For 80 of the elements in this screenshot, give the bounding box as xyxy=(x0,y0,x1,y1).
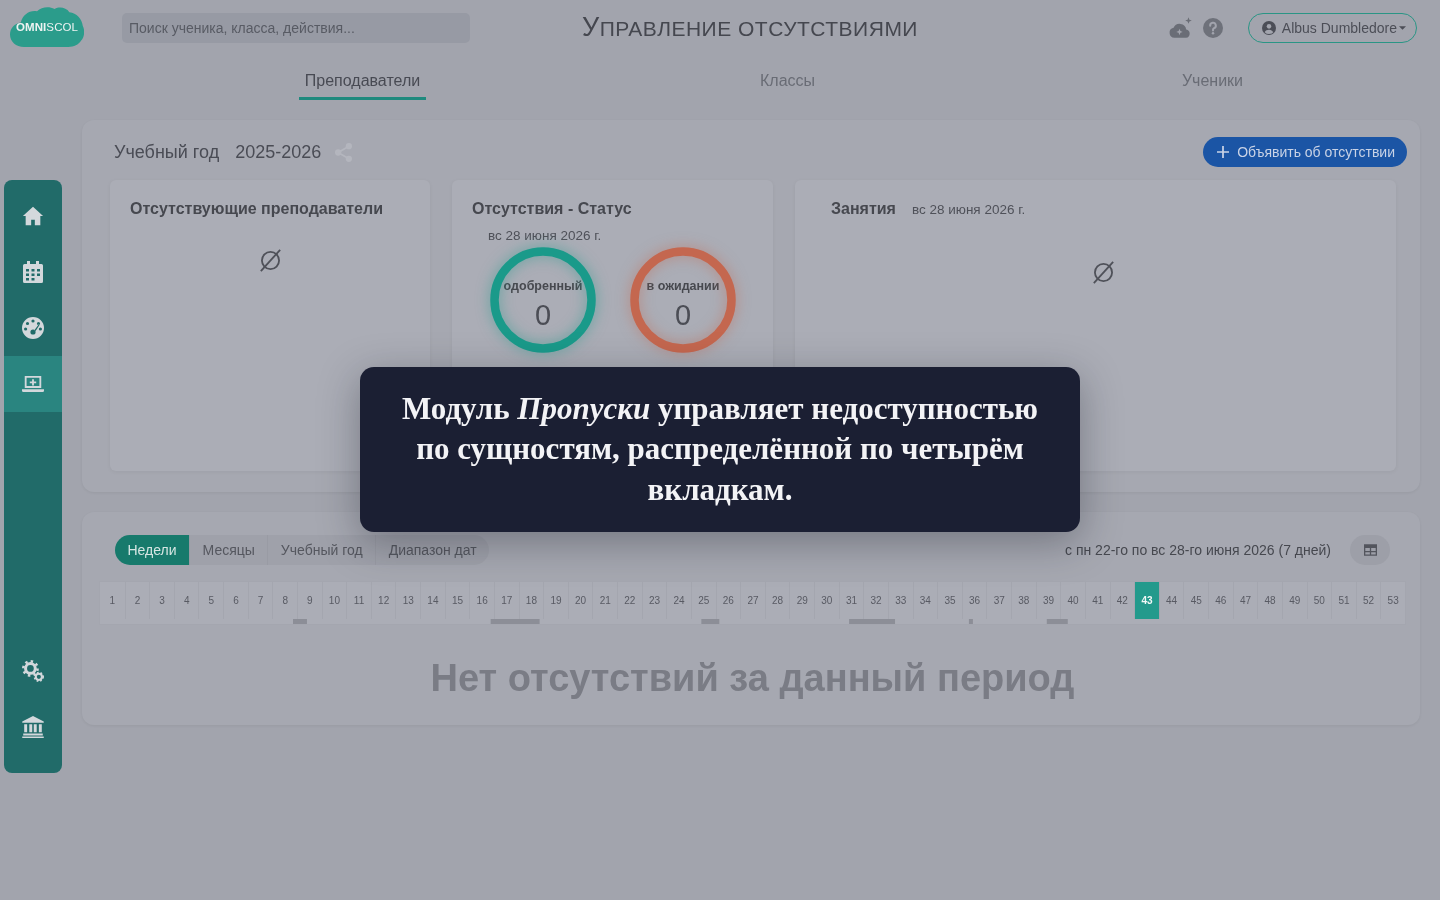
week-cell[interactable]: 14 xyxy=(420,582,445,619)
sidebar-item[interactable] xyxy=(4,356,62,412)
year-label: Учебный год xyxy=(114,141,220,163)
card-date: вс 28 июня 2026 г. xyxy=(911,202,1026,217)
week-cell[interactable]: 23 xyxy=(641,582,667,619)
caret-icon xyxy=(1399,25,1406,30)
ring-label: в ожидании xyxy=(646,279,720,293)
search-field[interactable]: Поиск ученика, класса, действия... xyxy=(122,12,470,43)
week-cell[interactable]: 1 xyxy=(100,582,125,619)
card-date: вс 28 июня 2026 г. xyxy=(488,228,602,243)
card-title: Отсутствующие преподаватели xyxy=(130,199,383,219)
week-cell[interactable]: 3 xyxy=(149,582,174,619)
week-cell[interactable]: 10 xyxy=(321,582,347,619)
tab[interactable]: Классы xyxy=(753,66,822,100)
week-cell[interactable]: 36 xyxy=(961,582,987,619)
week-cell[interactable]: 24 xyxy=(666,582,691,619)
declare-absence-button[interactable]: Объявить об отсутствии xyxy=(1203,137,1407,167)
card-title: Занятия xyxy=(831,199,896,219)
week-cell[interactable]: 7 xyxy=(247,582,273,619)
table-view-button[interactable] xyxy=(1350,535,1390,565)
date-range: с пн 22-го по вс 28-го июня 2026 (7 дней) xyxy=(1065,542,1331,558)
week-cell[interactable]: 30 xyxy=(814,582,839,619)
week-cell[interactable]: 2 xyxy=(124,582,150,619)
week-cell[interactable]: 15 xyxy=(444,582,470,619)
empty-set-icon xyxy=(1093,261,1114,284)
week-cell[interactable]: 12 xyxy=(370,582,396,619)
week-cell[interactable]: 8 xyxy=(272,582,297,619)
week-cell[interactable]: 48 xyxy=(1257,582,1282,619)
tooltip-text: Модуль Пропуски управляет недоступностью по сущностям, распределённой по четырём вкладкам. xyxy=(400,389,1040,509)
week-cell[interactable]: 20 xyxy=(567,582,593,619)
week-cell[interactable]: 6 xyxy=(223,582,248,619)
user-circle-icon xyxy=(1261,20,1276,35)
page-title: УПРАВЛЕНИЕ ОТСУТСТВИЯМИ xyxy=(582,12,918,43)
week-cell[interactable]: 22 xyxy=(617,582,642,619)
week-cell[interactable]: 35 xyxy=(937,582,962,619)
ring-label: одобренный xyxy=(503,279,583,293)
period-tab[interactable]: Учебный год xyxy=(267,535,376,565)
week-cell[interactable]: 34 xyxy=(912,582,938,619)
week-cell[interactable]: 13 xyxy=(395,582,421,619)
table-icon xyxy=(1363,544,1377,556)
year-value: 2025-2026 xyxy=(235,141,322,163)
week-cell[interactable]: 46 xyxy=(1208,582,1233,619)
week-cell[interactable]: 38 xyxy=(1011,582,1036,619)
week-cell[interactable]: 4 xyxy=(173,582,199,619)
tab[interactable]: Ученики xyxy=(1175,66,1250,100)
week-cell[interactable]: 27 xyxy=(740,582,765,619)
week-cell[interactable]: 47 xyxy=(1232,582,1258,619)
ring-value: 0 xyxy=(534,299,552,331)
week-cell[interactable]: 11 xyxy=(346,582,371,619)
week-cell[interactable]: 49 xyxy=(1281,582,1307,619)
ring-value: 0 xyxy=(674,299,692,331)
plus-icon xyxy=(1217,146,1230,158)
week-cell[interactable]: 43 xyxy=(1134,582,1159,619)
week-cell[interactable]: 50 xyxy=(1306,582,1332,619)
period-tab[interactable]: Недели xyxy=(115,535,190,565)
week-cell[interactable]: 44 xyxy=(1158,582,1184,619)
gauge-icon xyxy=(22,317,44,339)
week-cell[interactable]: 19 xyxy=(543,582,568,619)
period-tab[interactable]: Месяцы xyxy=(189,535,268,565)
week-cell[interactable]: 5 xyxy=(198,582,224,619)
week-cell[interactable]: 16 xyxy=(469,582,494,619)
gears-icon xyxy=(22,660,44,682)
tab[interactable]: Преподаватели xyxy=(298,66,427,100)
card-title: Отсутствия - Статус xyxy=(472,199,632,219)
empty-set-icon xyxy=(259,249,281,272)
laptop-plus-icon xyxy=(22,373,44,395)
logo: OMNISCOL xyxy=(10,6,84,47)
week-cell[interactable]: 53 xyxy=(1380,582,1405,619)
week-cell[interactable]: 29 xyxy=(789,582,815,619)
week-cell[interactable]: 41 xyxy=(1084,582,1110,619)
calendar-icon xyxy=(22,261,44,283)
week-cell[interactable]: 28 xyxy=(764,582,790,619)
period-tab[interactable]: Диапазон дат xyxy=(375,535,490,565)
week-cell[interactable]: 21 xyxy=(592,582,618,619)
week-cell[interactable]: 37 xyxy=(986,582,1012,619)
home-icon xyxy=(22,205,44,227)
bank-icon xyxy=(22,716,44,738)
week-cell[interactable]: 52 xyxy=(1355,582,1381,619)
week-cell[interactable]: 45 xyxy=(1183,582,1208,619)
week-cell[interactable]: 51 xyxy=(1331,582,1356,619)
